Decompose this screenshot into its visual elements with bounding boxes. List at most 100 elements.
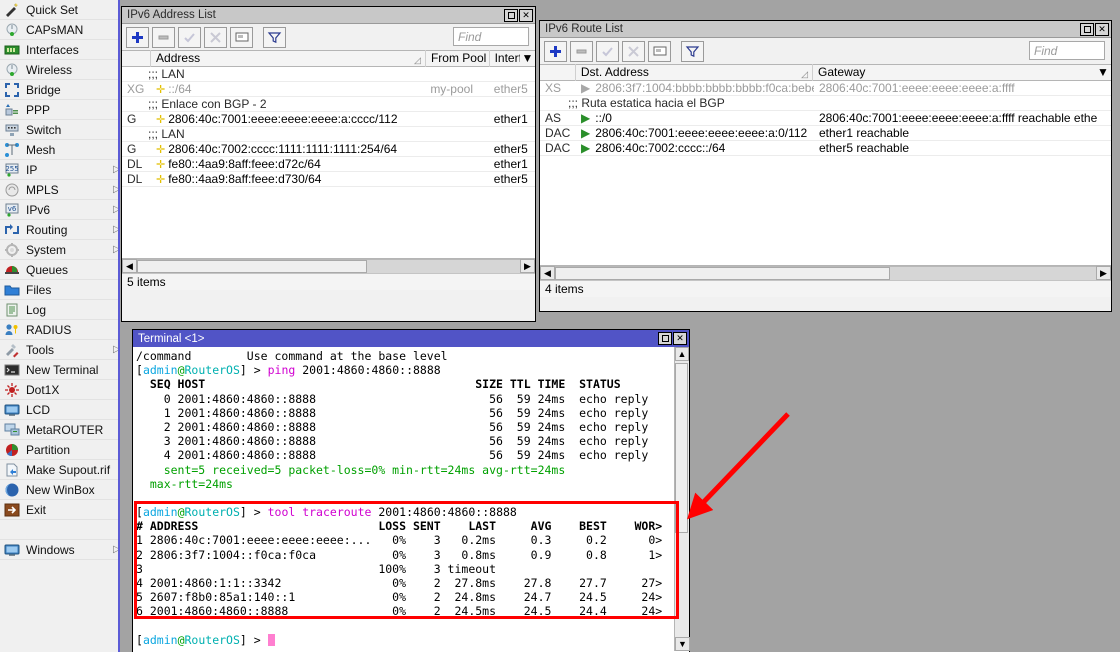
sidebar-item-system[interactable]: System▷ <box>0 240 118 260</box>
sidebar-item-label: Log <box>26 303 46 317</box>
route-window-titlebar[interactable]: IPv6 Route List ✕ <box>540 21 1111 38</box>
col-flags[interactable] <box>122 50 151 67</box>
column-menu-icon[interactable]: ▼ <box>520 50 535 67</box>
route-hscrollbar[interactable]: ◀ ▶ <box>540 265 1111 280</box>
sidebar-item-windows[interactable]: Windows▷ <box>0 540 118 560</box>
col-flags[interactable] <box>540 64 576 81</box>
scroll-up-icon[interactable]: ▲ <box>675 347 689 361</box>
maximize-button[interactable] <box>504 9 518 22</box>
table-row[interactable]: DAC▶2806:40c:7002:cccc::/64ether5 reacha… <box>540 141 1111 156</box>
col-from-pool[interactable]: From Pool <box>426 50 490 67</box>
column-menu-icon[interactable]: ▼ <box>1095 64 1111 81</box>
disable-icon[interactable] <box>622 41 645 62</box>
scroll-right-icon[interactable]: ▶ <box>520 259 535 273</box>
sidebar-item-label: Interfaces <box>26 43 79 57</box>
sidebar-item-metarouter[interactable]: MetaROUTER <box>0 420 118 440</box>
sidebar-item-routing[interactable]: Routing▷ <box>0 220 118 240</box>
sidebar-item-files[interactable]: Files <box>0 280 118 300</box>
comment-row[interactable]: ;;; Enlace con BGP - 2 <box>122 97 535 112</box>
table-row[interactable]: AS▶::/02806:40c:7001:eeee:eeee:eeee:a:ff… <box>540 111 1111 126</box>
sidebar-item-label: PPP <box>26 103 50 117</box>
sidebar-item-switch[interactable]: Switch <box>0 120 118 140</box>
terminal-output[interactable]: /command Use command at the base level[a… <box>133 347 689 652</box>
table-row[interactable]: XG✛::/64my-poolether5 <box>122 82 535 97</box>
ipv6-address-list-window[interactable]: IPv6 Address List ✕ Find <box>121 6 536 322</box>
enable-icon[interactable] <box>178 27 201 48</box>
sidebar-item-ipv6[interactable]: v6IPv6▷ <box>0 200 118 220</box>
close-icon[interactable]: ✕ <box>1095 23 1109 36</box>
sidebar-item-new-terminal[interactable]: New Terminal <box>0 360 118 380</box>
gauge-icon <box>4 22 20 38</box>
table-row[interactable]: DL✛fe80::4aa9:8aff:feee:d72c/64ether1 <box>122 157 535 172</box>
filter-icon[interactable] <box>681 41 704 62</box>
col-address[interactable]: Address◿ <box>151 50 426 67</box>
comment-icon[interactable] <box>230 27 253 48</box>
remove-icon[interactable] <box>570 41 593 62</box>
terminal-line: 1 2001:4860:4860::8888 56 59 24ms echo r… <box>136 406 689 420</box>
comment-row[interactable]: ;;; LAN <box>122 127 535 142</box>
sidebar-item-ip[interactable]: 255IP▷ <box>0 160 118 180</box>
maximize-button[interactable] <box>1080 23 1094 36</box>
close-icon[interactable]: ✕ <box>673 332 687 345</box>
terminal-titlebar[interactable]: Terminal <1> ✕ <box>133 330 689 347</box>
table-row[interactable]: XS▶2806:3f7:1004:bbbb:bbbb:bbbb:f0ca:beb… <box>540 81 1111 96</box>
sidebar-item-mpls[interactable]: MPLS▷ <box>0 180 118 200</box>
close-icon[interactable]: ✕ <box>519 9 533 22</box>
scroll-thumb[interactable] <box>675 363 688 533</box>
sidebar-item-lcd[interactable]: LCD <box>0 400 118 420</box>
route-arrow-icon: ▶ <box>581 81 590 95</box>
ipv6-route-list-window[interactable]: IPv6 Route List ✕ Find <box>539 20 1112 312</box>
sidebar-item-radius[interactable]: RADIUS <box>0 320 118 340</box>
route-find-input[interactable]: Find <box>1029 41 1105 60</box>
terminal-window[interactable]: Terminal <1> ✕ /command Use command at t… <box>132 329 690 652</box>
sidebar-item-exit[interactable]: Exit <box>0 500 118 520</box>
table-row[interactable]: DAC▶2806:40c:7001:eeee:eeee:eeee:a:0/112… <box>540 126 1111 141</box>
sidebar-item-mesh[interactable]: Mesh <box>0 140 118 160</box>
add-icon[interactable] <box>544 41 567 62</box>
scroll-down-icon[interactable]: ▼ <box>675 637 690 651</box>
sidebar-item-partition[interactable]: Partition <box>0 440 118 460</box>
table-row[interactable]: G✛2806:40c:7001:eeee:eeee:eeee:a:cccc/11… <box>122 112 535 127</box>
sidebar-item-queues[interactable]: Queues <box>0 260 118 280</box>
comment-row[interactable]: ;;; LAN <box>122 67 535 82</box>
address-find-input[interactable]: Find <box>453 27 529 46</box>
sidebar-item-new-winbox[interactable]: New WinBox <box>0 480 118 500</box>
sidebar-item-tools[interactable]: Tools▷ <box>0 340 118 360</box>
terminal-vscrollbar[interactable]: ▲ ▼ <box>674 347 689 651</box>
enable-icon[interactable] <box>596 41 619 62</box>
scroll-right-icon[interactable]: ▶ <box>1096 266 1111 280</box>
scroll-left-icon[interactable]: ◀ <box>540 266 555 280</box>
col-gateway[interactable]: Gateway <box>813 64 1095 81</box>
sidebar-item-ppp[interactable]: PPP <box>0 100 118 120</box>
col-dst-address[interactable]: Dst. Address◿ <box>576 64 813 81</box>
sidebar-item-label: MetaROUTER <box>26 423 103 437</box>
row-comment: ;;; Enlace con BGP - 2 <box>122 97 535 112</box>
sidebar-item-make-supout-rif[interactable]: Make Supout.rif <box>0 460 118 480</box>
disable-icon[interactable] <box>204 27 227 48</box>
sidebar-item-dot1x[interactable]: Dot1X <box>0 380 118 400</box>
add-icon[interactable] <box>126 27 149 48</box>
maximize-button[interactable] <box>658 332 672 345</box>
winbox-icon <box>4 482 20 498</box>
table-row[interactable]: G✛2806:40c:7002:cccc:1111:1111:1111:254/… <box>122 142 535 157</box>
scroll-left-icon[interactable]: ◀ <box>122 259 137 273</box>
sidebar-item-quick-set[interactable]: Quick Set <box>0 0 118 20</box>
sidebar-item-capsman[interactable]: CAPsMAN <box>0 20 118 40</box>
sidebar-item-log[interactable]: Log <box>0 300 118 320</box>
sidebar-item-label: Routing <box>26 223 67 237</box>
ip-icon: 255 <box>4 162 20 178</box>
address-marker-icon: ✛ <box>156 114 165 126</box>
address-hscrollbar[interactable]: ◀ ▶ <box>122 258 535 273</box>
comment-icon[interactable] <box>648 41 671 62</box>
filter-icon[interactable] <box>263 27 286 48</box>
sidebar-item-bridge[interactable]: Bridge <box>0 80 118 100</box>
sidebar-item-label: LCD <box>26 403 50 417</box>
sidebar-item-wireless[interactable]: Wireless <box>0 60 118 80</box>
col-interface[interactable]: Interf <box>490 50 520 67</box>
comment-row[interactable]: ;;; Ruta estatica hacia el BGP <box>540 96 1111 111</box>
address-window-titlebar[interactable]: IPv6 Address List ✕ <box>122 7 535 24</box>
table-row[interactable]: DL✛fe80::4aa9:8aff:feee:d730/64ether5 <box>122 172 535 187</box>
remove-icon[interactable] <box>152 27 175 48</box>
sidebar-item-interfaces[interactable]: Interfaces <box>0 40 118 60</box>
sidebar-item-label: Queues <box>26 263 68 277</box>
